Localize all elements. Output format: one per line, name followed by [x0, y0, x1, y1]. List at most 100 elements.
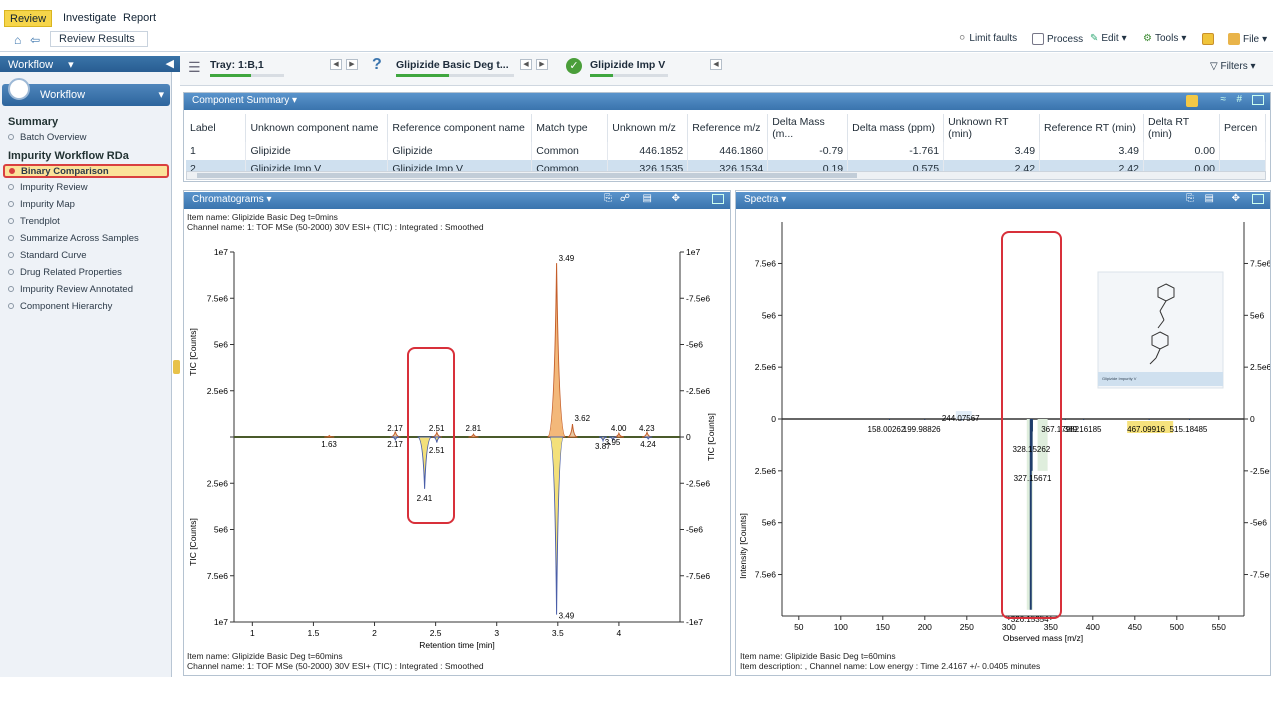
y-tick-label-right: -1e7: [686, 617, 703, 627]
layout-button[interactable]: [1202, 33, 1214, 45]
sidebar-item-impurity-annotated[interactable]: Impurity Review Annotated: [8, 284, 133, 298]
maximize-icon[interactable]: [1252, 95, 1264, 105]
home-icon[interactable]: ⌂: [14, 33, 21, 47]
check-icon: ✓: [566, 58, 582, 74]
spectrum-chart[interactable]: 7.5e6 7.5e6 5e6 5e6 2.5e6 2.5e6 0 0 2.5e6 -2.5e6 5…: [736, 212, 1270, 650]
sidebar-item-impurity-review[interactable]: Impurity Review: [8, 182, 88, 196]
file-button[interactable]: File ▾: [1228, 33, 1267, 45]
table-row[interactable]: 1 Glipizide Glipizide Common 446.1852 44…: [186, 142, 1267, 160]
x-axis-label: Retention time [min]: [419, 640, 495, 650]
sidebar-item-component-hierarchy[interactable]: Component Hierarchy: [8, 301, 112, 315]
sidebar-item-batch-overview[interactable]: Batch Overview: [8, 132, 87, 146]
scrollbar-thumb[interactable]: [197, 173, 857, 178]
tray-selector[interactable]: Tray: 1:B,1: [210, 59, 264, 71]
column-header[interactable]: Unknown m/z: [607, 114, 689, 142]
sidebar-item-drug-related[interactable]: Drug Related Properties: [8, 267, 122, 281]
print-icon[interactable]: ⎘: [604, 193, 612, 204]
export-icon[interactable]: ▤: [1205, 193, 1214, 204]
prev-tray-button[interactable]: ◀: [330, 59, 342, 70]
peak-label: 326.15354: [1011, 615, 1049, 624]
move-icon[interactable]: ✥: [672, 193, 680, 204]
structure-image: [1097, 271, 1224, 389]
link-icon[interactable]: ☍: [620, 193, 630, 204]
peak-label: 515.18485: [1170, 425, 1208, 434]
sidebar-item-binary-comparison[interactable]: Binary Comparison: [3, 164, 169, 178]
column-header[interactable]: Delta Mass (m...: [767, 114, 849, 142]
component-selector[interactable]: Glipizide Imp V: [590, 59, 665, 71]
y-tick-label-right: 0: [1250, 414, 1255, 424]
column-header[interactable]: Percen: [1219, 114, 1267, 142]
move-icon[interactable]: ✥: [1232, 193, 1240, 204]
sidebar-item-label: Binary Comparison: [21, 166, 109, 177]
tab-investigate[interactable]: Investigate: [58, 10, 121, 27]
print-icon[interactable]: ⎘: [1186, 193, 1194, 204]
x-tick-label: 550: [1212, 622, 1226, 632]
component-summary-title[interactable]: Component Summary: [192, 95, 289, 106]
table-cell: Glipizide: [245, 142, 389, 160]
prev-sample-button[interactable]: ◀: [520, 59, 532, 70]
peak-label: 3.95: [605, 438, 621, 447]
y-tick-label-right: 0: [686, 432, 691, 442]
chromatogram-chart[interactable]: 1e7 1e7 7.5e6 -7.5e6 5e6 -5e6 2.5e6 -2.5e6 0 2.5e…: [184, 232, 730, 652]
column-header[interactable]: Reference component name: [387, 114, 533, 142]
workflow-button-label: Workflow: [40, 89, 86, 101]
prev-component-button[interactable]: ◀: [710, 59, 722, 70]
tools-button[interactable]: ⚙ Tools ▾: [1143, 33, 1186, 44]
collapse-icon[interactable]: ◀: [166, 57, 174, 70]
y-tick-label-left: 7.5e6: [755, 570, 777, 580]
y-tick-label-left: 5e6: [214, 340, 228, 350]
info-icon[interactable]: [1186, 95, 1198, 107]
chromatograms-header: Chromatograms ▾ ⎘ ☍ ▤ ✥: [184, 192, 730, 209]
peak-label: 244.07567: [942, 414, 980, 423]
maximize-icon[interactable]: [712, 194, 724, 204]
column-header[interactable]: Match type: [531, 114, 609, 142]
table-scrollbar[interactable]: [186, 171, 1266, 180]
y-tick-label-left: 7.5e6: [755, 258, 777, 268]
layout-icon: [1202, 33, 1214, 45]
peak-label: 3.62: [574, 414, 590, 423]
sidebar-item-standard-curve[interactable]: Standard Curve: [8, 250, 87, 264]
column-header[interactable]: Reference RT (min): [1039, 114, 1144, 142]
column-header[interactable]: Unknown component name: [245, 114, 389, 142]
grid-icon[interactable]: #: [1236, 94, 1242, 105]
y-tick-label-left: 2.5e6: [755, 362, 777, 372]
column-header[interactable]: Unknown RT (min): [943, 114, 1041, 142]
column-header[interactable]: Reference m/z: [687, 114, 769, 142]
next-tray-button[interactable]: ▶: [346, 59, 358, 70]
back-icon[interactable]: ⇦: [30, 33, 40, 47]
workflow-icon: [8, 78, 30, 100]
export-icon[interactable]: ▤: [643, 193, 652, 204]
y-tick-label-left: 1e7: [214, 247, 228, 257]
limit-faults-button[interactable]: ⚪ Limit faults: [958, 33, 1017, 44]
workflow-button[interactable]: Workflow ▾: [2, 78, 170, 106]
column-header[interactable]: Delta mass (ppm): [847, 114, 945, 142]
sample-selector[interactable]: Glipizide Basic Deg t...: [396, 59, 509, 71]
sidebar-item-trendplot[interactable]: Trendplot: [8, 216, 60, 230]
sidebar-item-summarize[interactable]: Summarize Across Samples: [8, 233, 139, 247]
breadcrumb[interactable]: Review Results: [50, 31, 148, 47]
y-tick-label-right: -2.5e6: [1250, 466, 1270, 476]
x-tick-label: 50: [794, 622, 804, 632]
next-sample-button[interactable]: ▶: [536, 59, 548, 70]
y-tick-label-left: 2.5e6: [207, 478, 229, 488]
tab-review[interactable]: Review: [4, 10, 53, 27]
filters-button[interactable]: ▽ Filters ▾: [1210, 61, 1256, 72]
sidebar-item-label: Standard Curve: [20, 250, 87, 261]
column-header[interactable]: Label: [186, 114, 247, 142]
spectra-title[interactable]: Spectra: [744, 194, 778, 205]
sidebar-item-impurity-map[interactable]: Impurity Map: [8, 199, 75, 213]
column-header[interactable]: Delta RT (min): [1143, 114, 1220, 142]
tab-report[interactable]: Report: [118, 10, 161, 27]
process-button[interactable]: Process: [1032, 33, 1083, 45]
table-cell: -1.761: [847, 142, 945, 160]
maximize-icon[interactable]: [1252, 194, 1264, 204]
chromatograms-title[interactable]: Chromatograms: [192, 194, 264, 205]
ribbon: Review Investigate Report ⌂ ⇦ Review Res…: [0, 0, 1273, 52]
y-tick-label-right: 2.5e6: [1250, 362, 1270, 372]
workflow-pane-header[interactable]: Workflow ▾ ◀: [0, 56, 180, 72]
pin-icon[interactable]: ≈: [1221, 94, 1227, 105]
edit-button[interactable]: ✎ Edit ▾: [1090, 33, 1127, 44]
chromatogram-peak-top: [547, 263, 567, 438]
splitter-handle[interactable]: [173, 360, 180, 374]
chromatogram-peak-top: [641, 430, 653, 438]
